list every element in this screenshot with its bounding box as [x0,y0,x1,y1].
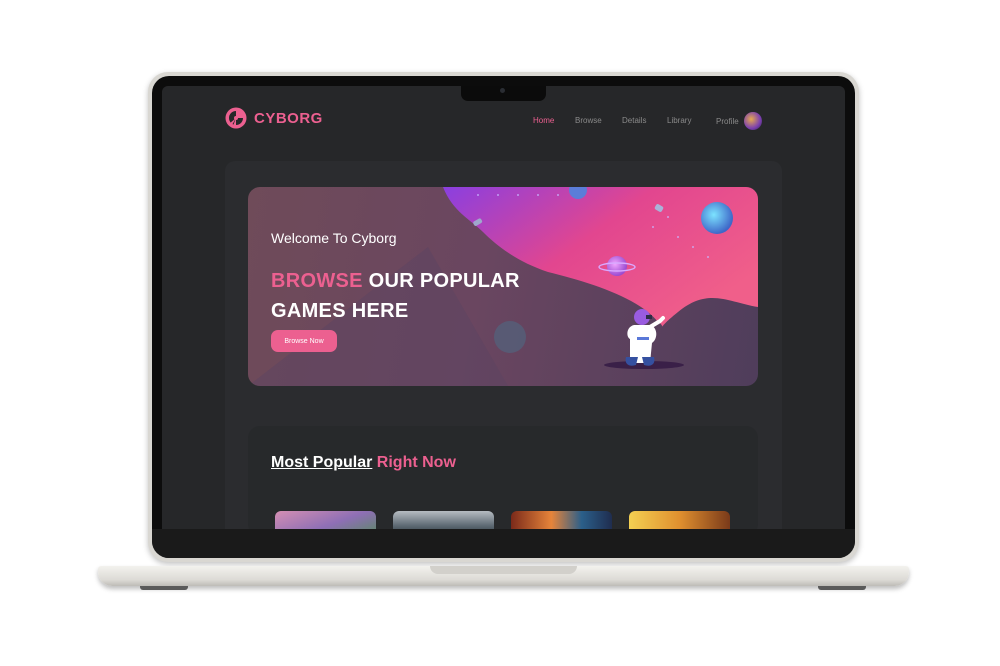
logo[interactable]: CYBORG [225,107,323,129]
brand-name: CYBORG [254,109,323,127]
nav-browse[interactable]: Browse [575,116,602,125]
section-title: Most Popular Right Now [271,454,456,472]
profile-label: Profile [716,116,739,126]
most-popular-section: Most Popular Right Now [248,426,758,529]
hero-welcome-text: Welcome To Cyborg [271,230,397,246]
laptop-screen: CYBORG Home Browse Details Library Profi… [162,86,845,529]
section-title-main: Most Popular [271,454,373,471]
hero-headline-rest: OUR POPULAR [368,270,520,292]
profile-button[interactable]: Profile [716,111,762,131]
laptop-chin [152,529,855,558]
nav-home[interactable]: Home [533,116,554,125]
laptop-foot [140,586,188,590]
section-title-accent: Right Now [376,454,456,471]
game-thumbnail[interactable] [393,511,494,529]
hero-headline: BROWSE OUR POPULAR GAMES HERE [271,266,520,326]
hero-banner: Welcome To Cyborg BROWSE OUR POPULAR GAM… [248,187,758,386]
cyborg-logo-icon [225,107,247,129]
hero-headline-accent: BROWSE [271,270,363,292]
game-thumbnail[interactable] [511,511,612,529]
game-thumbnail[interactable] [629,511,730,529]
nav-details[interactable]: Details [622,116,646,125]
trackpad-groove [430,566,577,574]
browse-now-button[interactable]: Browse Now [271,330,337,352]
avatar [743,112,762,130]
camera-icon [500,88,505,93]
laptop-foot [818,586,866,590]
game-thumbnail[interactable] [275,511,376,529]
nav-library[interactable]: Library [667,116,691,125]
hero-headline-line2: GAMES HERE [271,300,409,322]
